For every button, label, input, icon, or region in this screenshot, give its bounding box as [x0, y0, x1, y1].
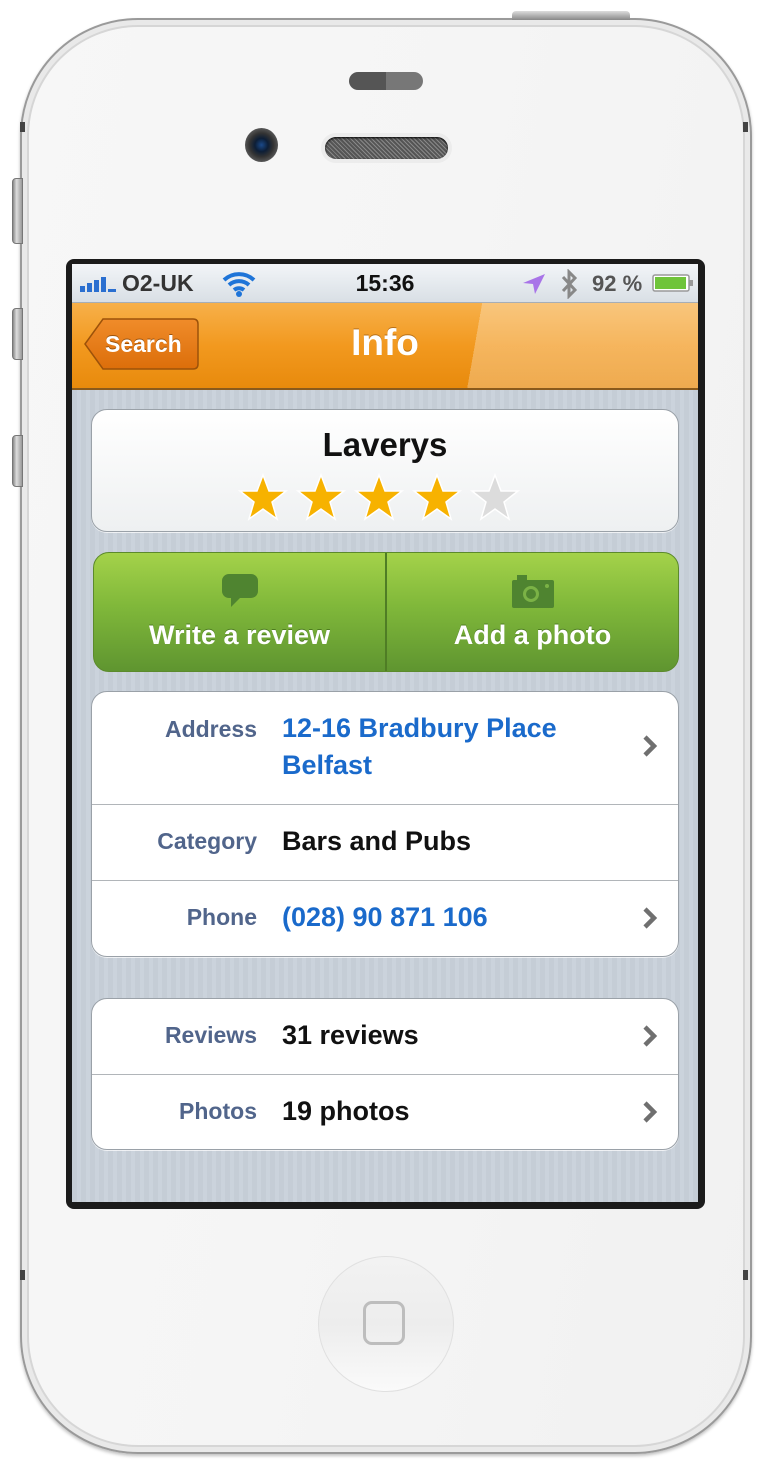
chevron-right-icon	[642, 906, 658, 935]
category-row: Category Bars and Pubs	[92, 804, 678, 880]
earpiece-speaker	[325, 137, 448, 159]
reviews-value: 31 reviews	[282, 1020, 419, 1050]
home-button[interactable]	[318, 1256, 454, 1392]
volume-up-button[interactable]	[12, 308, 23, 360]
photos-value: 19 photos	[282, 1096, 410, 1126]
location-arrow-icon	[522, 273, 546, 300]
place-header-card: Laverys	[91, 409, 679, 532]
add-photo-button[interactable]: Add a photo	[385, 553, 678, 671]
photos-label: Photos	[179, 1098, 257, 1124]
chevron-right-icon	[642, 1024, 658, 1053]
star-empty-icon	[470, 473, 520, 523]
reviews-label: Reviews	[164, 1022, 257, 1048]
home-square-icon	[363, 1301, 405, 1345]
links-table: Reviews 31 reviews Photos 19 photos	[91, 998, 679, 1150]
place-name: Laverys	[322, 426, 448, 463]
address-row[interactable]: Address 12-16 Bradbury Place Belfast	[92, 692, 678, 804]
front-camera	[245, 128, 278, 162]
star-rating	[238, 473, 520, 523]
phone-row[interactable]: Phone (028) 90 871 106	[92, 880, 678, 957]
mute-switch[interactable]	[12, 178, 23, 244]
chevron-right-icon	[642, 734, 658, 763]
star-filled-icon	[296, 473, 346, 523]
phone-label: Phone	[186, 904, 257, 930]
status-bar: O2-UK 15:36 92 %	[72, 264, 698, 303]
antenna-band	[20, 1270, 25, 1280]
action-buttons: Write a review Add a photo	[93, 552, 679, 672]
info-table: Address 12-16 Bradbury Place Belfast Cat…	[91, 691, 679, 957]
address-line-1: 12-16 Bradbury Place	[282, 713, 557, 743]
volume-down-button[interactable]	[12, 435, 23, 487]
power-button[interactable]	[512, 11, 630, 20]
speech-bubble-icon	[221, 573, 259, 614]
navigation-bar: Search Info	[72, 303, 698, 390]
antenna-band	[743, 1270, 748, 1280]
bluetooth-icon	[559, 268, 579, 304]
category-value: Bars and Pubs	[282, 826, 472, 856]
star-filled-icon	[412, 473, 462, 523]
write-review-button[interactable]: Write a review	[94, 553, 385, 671]
star-filled-icon	[354, 473, 404, 523]
phone-value[interactable]: (028) 90 871 106	[282, 899, 488, 936]
antenna-band	[20, 122, 25, 132]
add-photo-label: Add a photo	[453, 620, 612, 650]
battery-percent: 92 %	[592, 271, 643, 296]
battery-icon	[652, 274, 694, 297]
star-filled-icon	[238, 473, 288, 523]
camera-icon	[511, 573, 555, 614]
screen: O2-UK 15:36 92 % Search Info Laverys Wri…	[72, 264, 698, 1202]
chevron-right-icon	[642, 1100, 658, 1129]
reviews-row[interactable]: Reviews 31 reviews	[92, 999, 678, 1074]
proximity-sensor	[349, 72, 423, 90]
photos-row[interactable]: Photos 19 photos	[92, 1074, 678, 1150]
antenna-band	[743, 122, 748, 132]
address-label: Address	[164, 716, 257, 742]
write-review-label: Write a review	[148, 620, 331, 650]
address-line-2: Belfast	[282, 750, 373, 780]
address-value[interactable]: 12-16 Bradbury Place Belfast	[282, 710, 557, 784]
category-label: Category	[157, 828, 257, 854]
page-title: Info	[351, 322, 419, 363]
